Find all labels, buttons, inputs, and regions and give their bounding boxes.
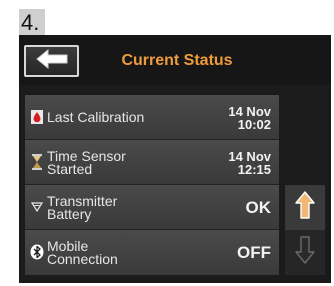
transmitter-icon: [30, 199, 44, 215]
page-title: Current Status: [121, 52, 233, 69]
status-label: Time Sensor Started: [47, 147, 126, 177]
status-label: Last Calibration: [47, 109, 145, 125]
hourglass-icon: [30, 154, 44, 170]
status-value: 14 Nov 12:15: [228, 148, 271, 177]
step-number: 4.: [19, 9, 45, 35]
status-value: 14 Nov 10:02: [228, 103, 271, 132]
bluetooth-icon: [30, 244, 44, 260]
status-label: Mobile Connection: [47, 237, 118, 267]
scroll-down-button[interactable]: [285, 230, 325, 275]
arrow-up-icon: [295, 191, 315, 224]
status-row-last-calibration: Last Calibration 14 Nov 10:02: [25, 95, 279, 140]
arrow-left-icon: [35, 48, 69, 74]
scroll-up-button[interactable]: [285, 185, 325, 230]
status-row-time-sensor-started: Time Sensor Started 14 Nov 12:15: [25, 140, 279, 185]
status-label: Transmitter Battery: [47, 192, 118, 222]
status-value: OK: [245, 198, 272, 217]
header: Current Status: [19, 35, 331, 85]
arrow-down-icon: [295, 236, 315, 269]
status-row-transmitter-battery: Transmitter Battery OK: [25, 185, 279, 230]
scroll-controls: [285, 185, 325, 275]
status-row-mobile-connection: Mobile Connection OFF: [25, 230, 279, 275]
status-value: OFF: [237, 243, 271, 262]
status-list: Last Calibration 14 Nov 10:02 Time Sensor…: [25, 95, 279, 275]
blood-drop-icon: [30, 109, 44, 125]
back-button[interactable]: [24, 45, 79, 77]
device-screen: Current Status Last Calibration 14 Nov 10…: [19, 35, 331, 283]
